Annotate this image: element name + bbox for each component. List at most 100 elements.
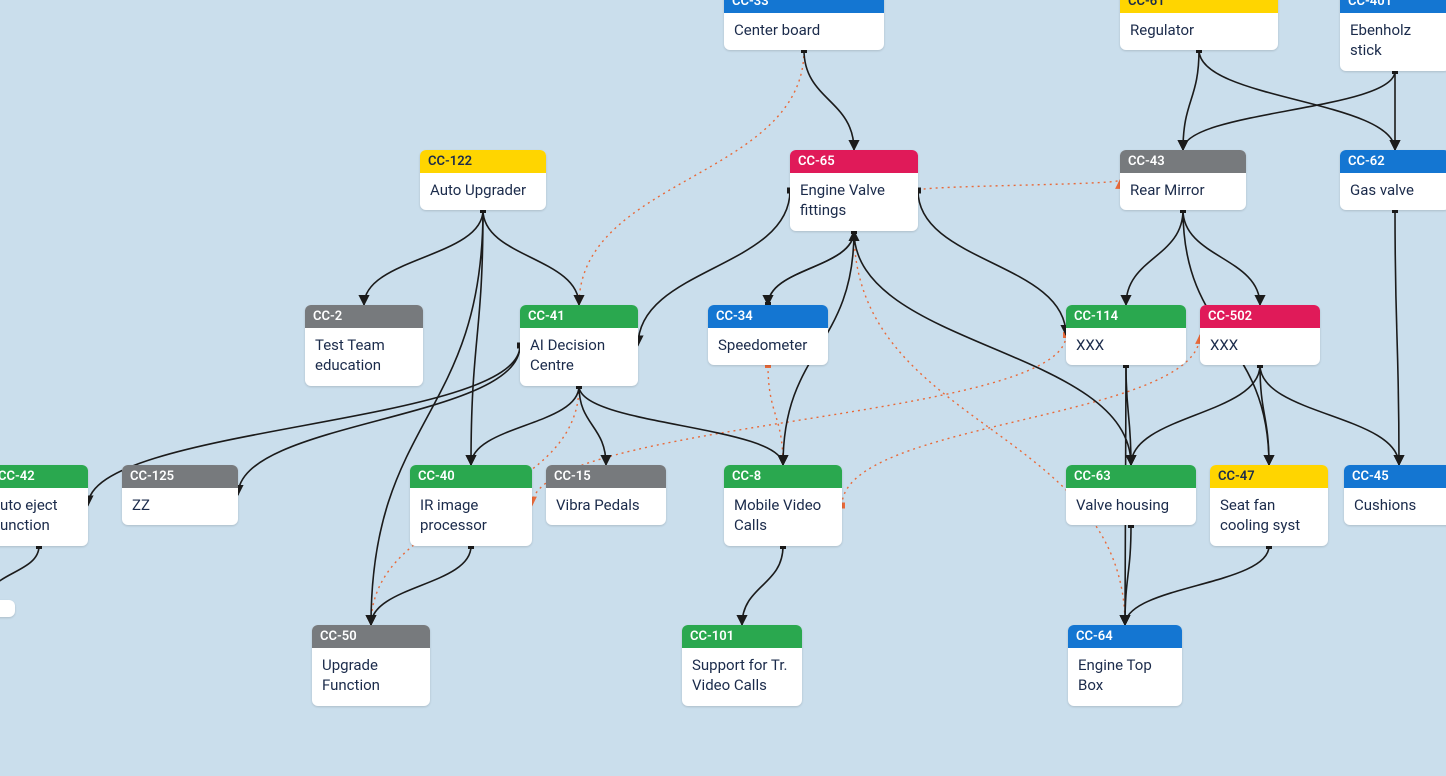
node-CC-42[interactable]: CC-42uto eject unction (0, 465, 88, 546)
node-title (0, 600, 15, 617)
node-title: Center board (724, 13, 884, 50)
node-CC-33[interactable]: CC-33Center board (724, 0, 884, 50)
node-header: CC-64 (1068, 625, 1182, 648)
node-header: CC-34 (708, 305, 828, 328)
node-title: Support for Tr. Video Calls (682, 648, 802, 706)
node-CC-41[interactable]: CC-41AI Decision Centre (520, 305, 638, 386)
node-header: CC-41 (520, 305, 638, 328)
node-title: Cushions (1344, 488, 1446, 525)
edge (742, 546, 783, 625)
node-title: Upgrade Function (312, 648, 430, 706)
node-CC-401[interactable]: CC-401Ebenholz stick (1340, 0, 1446, 71)
edge (768, 365, 783, 465)
edge (1131, 365, 1260, 465)
node-header: CC-42 (0, 465, 88, 488)
node-title: Speedometer (708, 328, 828, 365)
edge (471, 386, 579, 465)
node-header: CC-50 (312, 625, 430, 648)
node-header: CC-101 (682, 625, 802, 648)
node-header: CC-61 (1120, 0, 1278, 13)
node-CC-43[interactable]: CC-43Rear Mirror (1120, 150, 1246, 210)
edge (1183, 50, 1199, 150)
edge (371, 546, 471, 625)
node-CC-122[interactable]: CC-122Auto Upgrader (420, 150, 546, 210)
node-header: CC-63 (1066, 465, 1196, 488)
node-CC-8[interactable]: CC-8Mobile Video Calls (724, 465, 842, 546)
node-title: Vibra Pedals (546, 488, 666, 525)
node-CC-63[interactable]: CC-63Valve housing (1066, 465, 1196, 525)
node-title: IR image processor (410, 488, 532, 546)
node-title: Seat fan cooling syst (1210, 488, 1328, 546)
node-CC-64[interactable]: CC-64Engine Top Box (1068, 625, 1182, 706)
node-CC-61[interactable]: CC-61Regulator (1120, 0, 1278, 50)
node-CC-40[interactable]: CC-40IR image processor (410, 465, 532, 546)
edge (1126, 210, 1183, 305)
node-title: Engine Top Box (1068, 648, 1182, 706)
diagram-canvas[interactable]: CC-33Center board CC-61Regulator CC-401Ebe… (0, 0, 1446, 776)
node-header: CC-43 (1120, 150, 1246, 173)
edge (1125, 525, 1131, 625)
node-title: Rear Mirror (1120, 173, 1246, 210)
node-CC-2[interactable]: CC-2Test Team education (305, 305, 423, 386)
node-header: CC-401 (1340, 0, 1446, 13)
edge (768, 231, 854, 305)
edge (1183, 210, 1260, 305)
edge (768, 231, 854, 305)
node-header: CC-2 (305, 305, 423, 328)
edge (0, 546, 39, 600)
edge (1260, 365, 1269, 465)
node-header: CC-65 (790, 150, 918, 173)
node-title: Ebenholz stick (1340, 13, 1446, 71)
edge (918, 191, 1066, 336)
edge (1183, 71, 1395, 150)
node-CC-125[interactable]: CC-125ZZ (122, 465, 238, 525)
edge (1395, 210, 1399, 465)
edge (364, 210, 483, 305)
edge (471, 210, 483, 465)
edge (1126, 365, 1131, 465)
edge (854, 231, 1125, 625)
node-header: CC-502 (1200, 305, 1320, 328)
node-header: CC-114 (1066, 305, 1186, 328)
node-title: Test Team education (305, 328, 423, 386)
node-header: CC-33 (724, 0, 884, 13)
node-CC-34[interactable]: CC-34Speedometer (708, 305, 828, 365)
edge (579, 50, 804, 305)
node-title: XXX (1200, 328, 1320, 365)
node-title: uto eject unction (0, 488, 88, 546)
node-title: Engine Valve fittings (790, 173, 918, 231)
node-title: AI Decision Centre (520, 328, 638, 386)
node-header: CC-15 (546, 465, 666, 488)
node-CC-101[interactable]: CC-101Support for Tr. Video Calls (682, 625, 802, 706)
node-header: CC-122 (420, 150, 546, 173)
node-CC-114[interactable]: CC-114XXX (1066, 305, 1186, 365)
node-title: Gas valve (1340, 173, 1446, 210)
node-header: CC-47 (1210, 465, 1328, 488)
node-title: Valve housing (1066, 488, 1196, 525)
node-CC-47[interactable]: CC-47Seat fan cooling syst (1210, 465, 1328, 546)
node-CC-62[interactable]: CC-62Gas valve (1340, 150, 1446, 210)
node-title: ZZ (122, 488, 238, 525)
node-title: Mobile Video Calls (724, 488, 842, 546)
edge (1125, 546, 1269, 625)
node-title: Auto Upgrader (420, 173, 546, 210)
edge (579, 386, 606, 465)
node-CC-65[interactable]: CC-65Engine Valve fittings (790, 150, 918, 231)
edge (371, 210, 483, 625)
edge (804, 50, 854, 150)
node-CC-45[interactable]: CC-45Cushions (1344, 465, 1446, 525)
node-header: CC-8 (724, 465, 842, 488)
node-CC-15[interactable]: CC-15Vibra Pedals (546, 465, 666, 525)
node-CC-502[interactable]: CC-502XXX (1200, 305, 1320, 365)
node-header: CC-45 (1344, 465, 1446, 488)
node-offA[interactable] (0, 600, 15, 617)
edge (918, 180, 1120, 191)
edge (579, 386, 783, 465)
edge (1260, 365, 1399, 465)
node-title: XXX (1066, 328, 1186, 365)
node-title: Regulator (1120, 13, 1278, 50)
node-header: CC-62 (1340, 150, 1446, 173)
node-header: CC-125 (122, 465, 238, 488)
node-CC-50[interactable]: CC-50Upgrade Function (312, 625, 430, 706)
node-header: CC-40 (410, 465, 532, 488)
